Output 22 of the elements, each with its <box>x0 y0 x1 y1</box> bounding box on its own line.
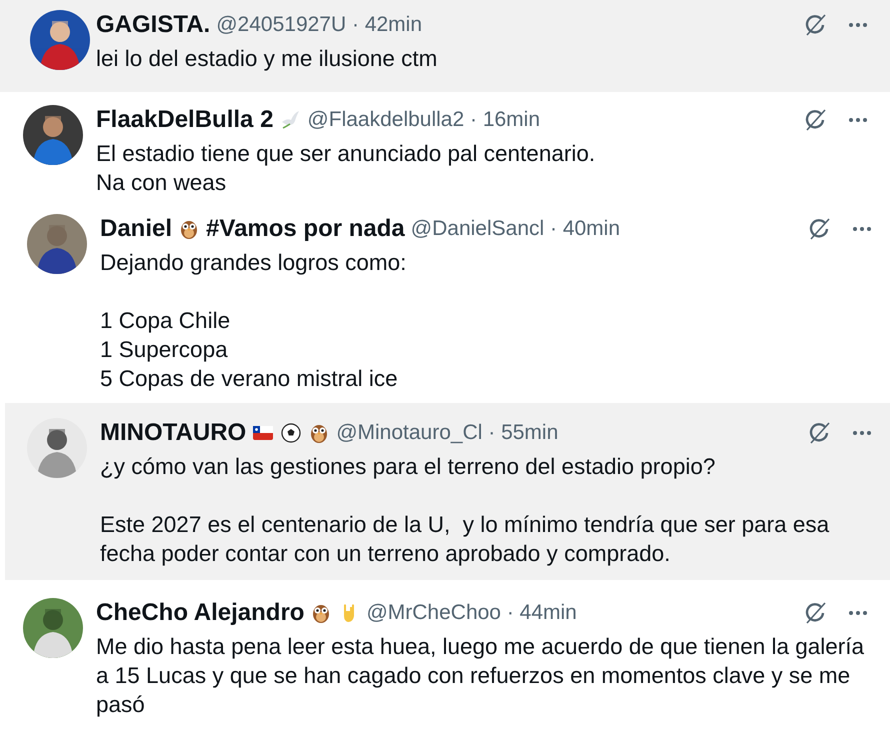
handle-and-time: @Minotauro_Cl · 55min <box>336 421 558 445</box>
reply-text: lei lo del estadio y me ilusione ctm <box>96 45 438 73</box>
handle-and-time: @DanielSancl · 40min <box>410 217 620 241</box>
author-name[interactable]: Daniel <box>100 215 172 243</box>
author-name[interactable]: MINOTAURO <box>100 419 246 447</box>
reply-text: Dejando grandes logros como: 1 Copa Chile 1 Supercopa 5 Copas de verano mistral ice <box>100 249 408 393</box>
handle-and-time: @24051927U · 42min <box>216 13 422 37</box>
slashed-circle-icon[interactable] <box>808 421 832 445</box>
handle-and-time: @Flaakdelbulla2 · 16min <box>307 108 540 132</box>
slashed-circle-icon[interactable] <box>804 601 828 625</box>
author-name[interactable]: GAGISTA. <box>96 11 210 39</box>
soccer-ball-icon <box>280 422 302 444</box>
slashed-circle-icon[interactable] <box>804 13 828 37</box>
author-name-suffix: #Vamos por nada <box>206 215 405 243</box>
slashed-circle-icon[interactable] <box>804 108 828 132</box>
author-name[interactable]: FlaakDelBulla 2 <box>96 106 274 134</box>
author-name[interactable]: CheCho Alejandro <box>96 599 304 627</box>
reply-text: Me dio hasta pena leer esta huea, luego me acuerdo de que tienen la galería a 15 Lucas y que se han cagado con refuerzos en momentos clave y se me pasó <box>96 633 866 719</box>
reply-text: El estadio tiene que ser anunciado pal centenario. Na con weas <box>96 140 596 197</box>
reply-text: ¿y cómo van las gestiones para el terreno del estadio propio? Este 2027 es el centenario de la U, y lo mínimo tendría que ser para esa fecha poder contar con un terreno aprobado y comprado. <box>100 453 830 568</box>
slashed-circle-icon[interactable] <box>808 217 832 241</box>
handle-and-time: @MrCheChoo · 44min <box>366 601 577 625</box>
